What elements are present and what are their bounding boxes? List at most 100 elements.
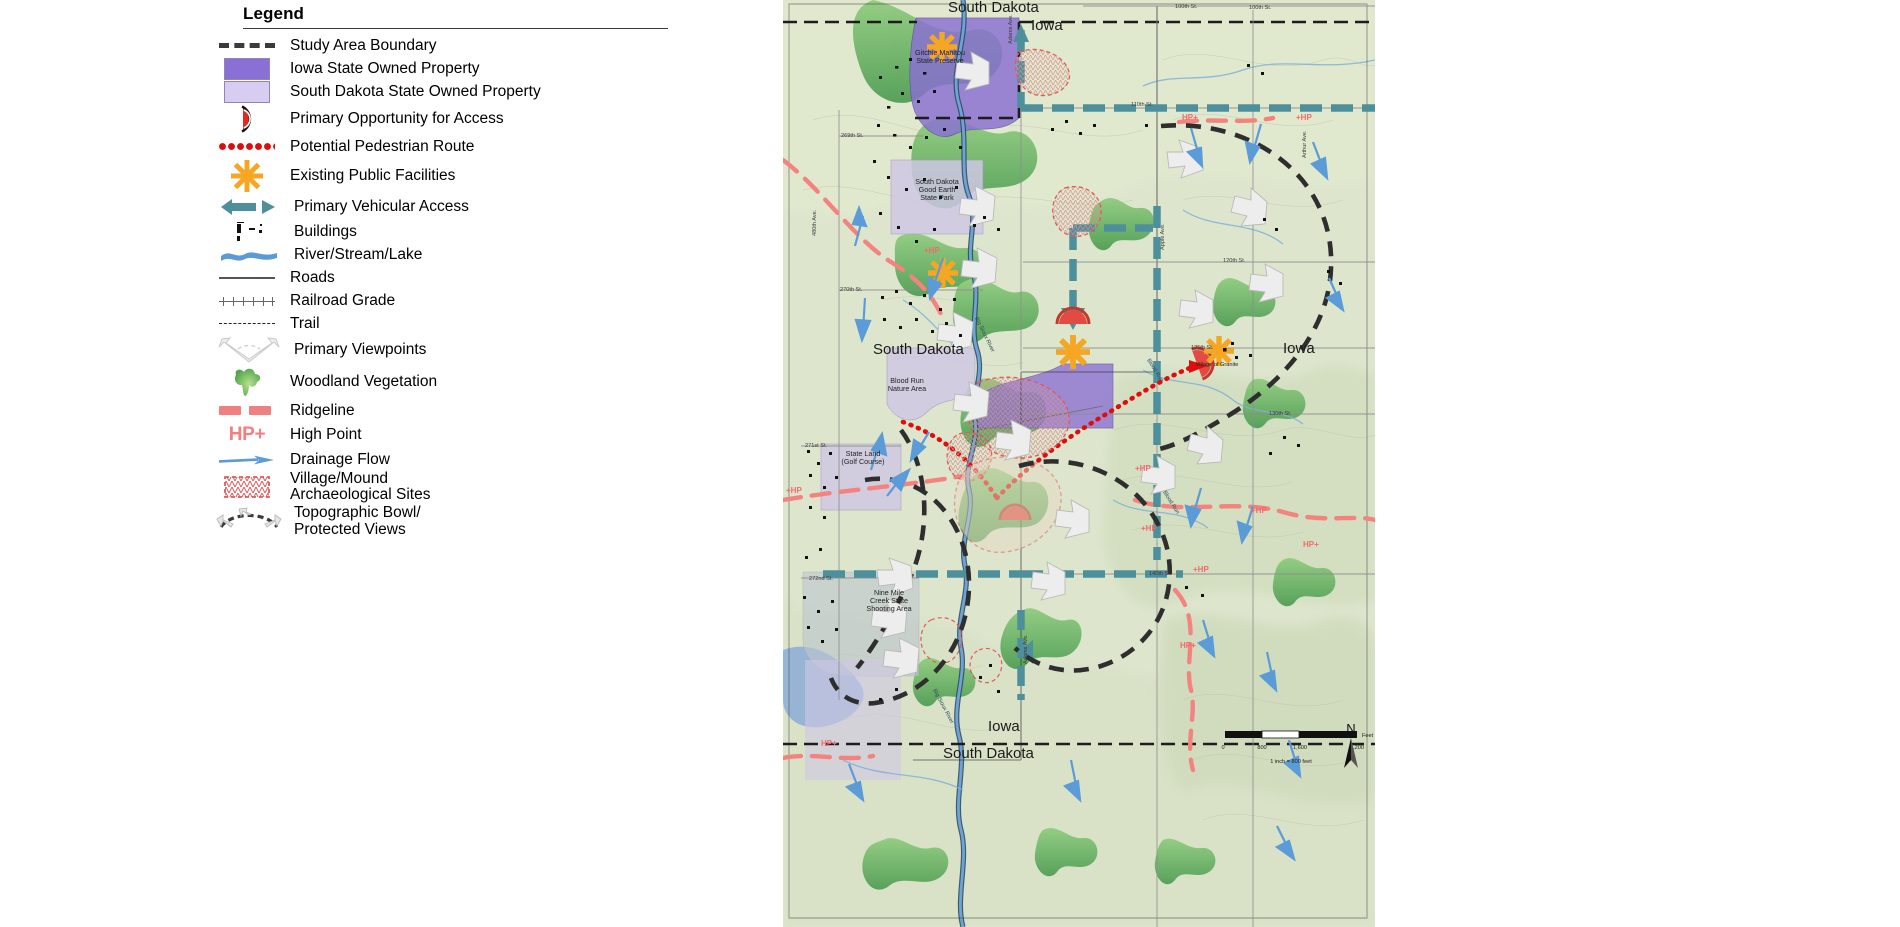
legend-item-label: Primary Vehicular Access [294,198,469,216]
map-exhibit-page: Legend Study Area Boundary Iowa State Ow… [0,0,1900,927]
legend-item-ridgeline: Ridgeline [206,399,766,422]
street-label: 269th St. [841,133,864,139]
high-point-label: +HP [1141,524,1157,533]
high-point-label: HP+ [821,739,837,748]
legend-item-drainage-flow: Drainage Flow [206,448,766,471]
hp-plus-label: HP+ [228,424,266,445]
thin-dashed-line-icon [206,313,288,335]
legend-item-label: Study Area Boundary [290,36,437,54]
map-state-label: Iowa [1031,17,1063,34]
legend-item-label: Ridgeline [290,401,355,419]
high-point-label: +HP [1135,464,1151,473]
map-state-label: South Dakota [943,745,1035,762]
legend-item-list: Study Area Boundary Iowa State Owned Pro… [206,34,766,540]
street-label: 271st St. [805,443,828,449]
legend-panel: Legend Study Area Boundary Iowa State Ow… [206,0,766,540]
legend-item-railroad-grade: Railroad Grade [206,289,766,312]
legend-item-primary-vehicular-access: Primary Vehicular Access [206,194,766,220]
blue-river-band-icon [206,244,292,266]
street-label: 100th St. [1175,4,1198,10]
scale-unit: Feet [1362,733,1374,739]
legend-item-label: Village/Mound Archaeological Sites [290,470,431,504]
high-point-label: +HP [1251,506,1267,515]
street-label: 110th St. [1131,102,1153,108]
blue-arrow-icon [206,449,288,471]
high-point-label: +HP [1193,565,1209,574]
legend-item-trail: Trail [206,312,766,335]
legend-item-village-mound-archaeological-sites: Village/Mound Archaeological Sites [206,470,766,504]
legend-item-label: Railroad Grade [290,291,396,309]
place-label-state-land-golf-course: State Land (Golf Course) [841,449,884,466]
orange-starburst-icon [206,160,288,192]
map-canvas[interactable]: South Dakota Iowa South Dakota Iowa Iowa… [783,0,1375,927]
red-dotted-line-icon [206,136,288,158]
legend-title: Legend [243,4,305,23]
legend-item-river-stream-lake: River/Stream/Lake [206,243,766,266]
legend-item-primary-viewpoints: Primary Viewpoints [206,335,766,365]
building-dots-icon [206,221,292,243]
legend-item-woodland-vegetation: Woodland Vegetation [206,365,766,399]
map-state-label: Iowa [1283,340,1315,357]
street-label: 480th Ave. [812,209,818,236]
place-label-village-of-granite: Village of Granite [1196,362,1239,368]
legend-item-iowa-state-owned-property: Iowa State Owned Property [206,57,766,80]
street-label: 100th St. [1249,5,1272,11]
high-point-label: +HP [924,246,940,255]
street-label: 270th St. [840,287,863,293]
scale-tick: 1,600 [1293,745,1307,751]
legend-divider [243,28,668,29]
scale-tick: 0 [1221,745,1224,751]
viewpoint-arrows-icon [206,337,292,363]
hp-plus-text-icon: HP+ [206,424,288,446]
high-point-label: HP+ [1182,113,1198,122]
legend-item-label: Potential Pedestrian Route [290,137,475,155]
street-label: Apple Ave. [1160,223,1166,250]
street-label: Arthur Ave. [1302,130,1308,158]
legend-item-label: Existing Public Facilities [290,167,456,185]
legend-item-primary-opportunity-for-access: Primary Opportunity for Access [206,103,766,135]
dashed-line-thick-icon [206,35,288,57]
legend-item-existing-public-facilities: Existing Public Facilities [206,158,766,194]
legend-item-topographic-bowl-protected-views: Topographic Bowl/ Protected Views [206,504,766,540]
map-state-label: South Dakota [873,341,965,358]
place-label-blood-run-nature-area: Blood Run Nature Area [888,376,926,393]
legend-item-south-dakota-state-owned-property: South Dakota State Owned Property [206,80,766,103]
map-state-label: Iowa [988,718,1020,735]
purple-swatch-icon [206,57,288,80]
high-point-label: +HP [786,486,802,495]
street-label: Adams Ave. [1008,14,1014,44]
legend-item-potential-pedestrian-route: Potential Pedestrian Route [206,135,766,158]
primary-access-arc-icon [206,105,288,133]
high-point-label: HP+ [1303,540,1319,549]
gray-line-icon [206,267,288,289]
legend-item-label: Primary Opportunity for Access [290,110,504,128]
street-label: 130th St. [1269,411,1292,417]
scale-ratio: 1 inch = 800 feet [1270,759,1312,765]
legend-item-buildings: Buildings [206,220,766,243]
place-label-good-earth: South Dakota Good Earth State Park [915,177,959,202]
street-label: 272nd St. [809,576,833,582]
legend-item-label: Trail [290,314,320,332]
light-purple-swatch-icon [206,80,288,103]
teal-double-arrow-icon [206,196,292,218]
legend-item-label: Topographic Bowl/ Protected Views [294,504,421,538]
street-label: 140th St. [1149,571,1172,577]
street-label: 125th St. [1191,345,1214,351]
legend-item-label: River/Stream/Lake [294,245,423,263]
north-label: N [1346,721,1355,736]
legend-item-label: Primary Viewpoints [294,341,427,359]
legend-item-label: Woodland Vegetation [290,373,438,391]
place-label-gitchie-manitou: Gitchie Manitou State Preserve [915,48,965,65]
legend-item-label: Roads [290,268,335,286]
green-blob-icon [206,368,288,396]
topographic-bowl-arrows-icon [206,507,292,533]
scale-tick: 800 [1257,745,1266,751]
legend-item-label: Iowa State Owned Property [290,59,480,77]
legend-item-label: South Dakota State Owned Property [290,82,541,100]
high-point-label: HP+ [1180,641,1196,650]
red-dashed-hatch-polygon-icon [206,476,288,499]
map-state-label: South Dakota [948,0,1040,16]
legend-item-roads: Roads [206,266,766,289]
legend-item-study-area-boundary: Study Area Boundary [206,34,766,57]
legend-item-label: High Point [290,426,362,444]
